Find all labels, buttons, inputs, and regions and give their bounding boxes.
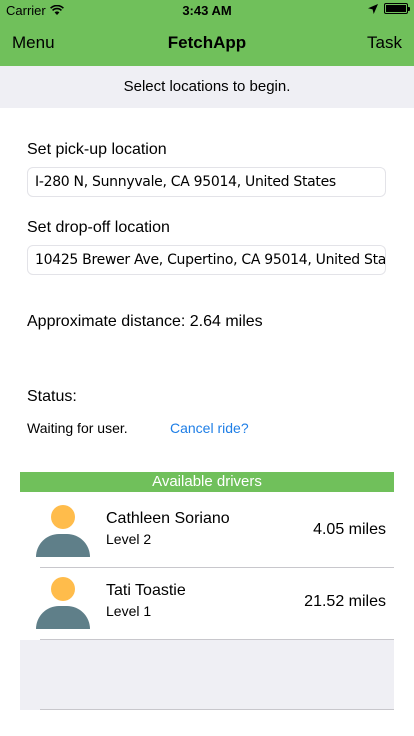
row-divider [40, 709, 394, 710]
driver-level: Level 1 [106, 603, 152, 619]
row-divider [40, 567, 394, 568]
status-bar: Carrier 3:43 AM [0, 0, 414, 22]
dropoff-location-field[interactable]: 10425 Brewer Ave, Cupertino, CA 95014, U… [27, 245, 386, 275]
cancel-ride-link[interactable]: Cancel ride? [170, 420, 249, 436]
empty-list-area [20, 640, 394, 710]
available-drivers-header: Available drivers [20, 472, 394, 492]
driver-distance: 21.52 miles [304, 593, 386, 610]
approximate-distance: Approximate distance: 2.64 miles [27, 313, 263, 330]
navigation-bar: Menu FetchApp Task [0, 22, 414, 66]
person-avatar-icon [36, 577, 90, 629]
instruction-banner: Select locations to begin. [0, 66, 414, 108]
app-title: FetchApp [167, 33, 247, 52]
person-avatar-icon [36, 505, 90, 557]
driver-distance: 4.05 miles [313, 521, 386, 538]
task-button[interactable]: Task [367, 33, 402, 53]
system-indicators [368, 3, 410, 14]
driver-level: Level 2 [106, 531, 152, 547]
clock: 3:43 AM [182, 3, 232, 18]
location-arrow-icon [368, 3, 378, 14]
pickup-label: Set pick-up location [27, 141, 167, 158]
status-label: Status: [27, 388, 77, 405]
battery-icon [384, 3, 410, 14]
status-value: Waiting for user. [27, 420, 128, 436]
dropoff-label: Set drop-off location [27, 219, 170, 236]
driver-row[interactable]: Cathleen Soriano Level 2 4.05 miles [20, 497, 394, 568]
pickup-location-field[interactable]: I-280 N, Sunnyvale, CA 95014, United Sta… [27, 167, 386, 197]
driver-row[interactable]: Tati Toastie Level 1 21.52 miles [20, 569, 394, 640]
driver-name: Tati Toastie [106, 582, 186, 599]
driver-name: Cathleen Soriano [106, 510, 230, 527]
